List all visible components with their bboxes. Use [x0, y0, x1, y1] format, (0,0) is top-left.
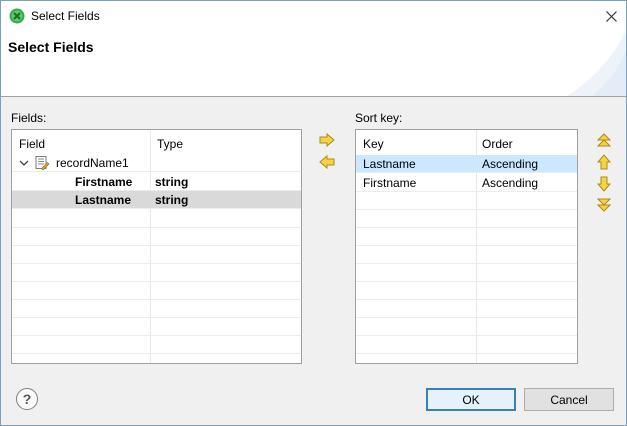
window-title: Select Fields: [31, 9, 100, 23]
empty-row: [12, 300, 301, 318]
sort-key-table[interactable]: Key Order Lastname Ascending Firstname A…: [355, 129, 578, 364]
column-header-field[interactable]: Field: [19, 137, 45, 151]
empty-row: [356, 210, 577, 228]
column-header-order[interactable]: Order: [482, 137, 513, 151]
sort-key-label: Sort key:: [355, 111, 403, 125]
field-name: Lastname: [75, 193, 132, 207]
table-header: Field Type: [12, 130, 301, 154]
chevron-down-icon[interactable]: [19, 158, 29, 168]
move-up-icon[interactable]: [596, 154, 612, 170]
empty-row: [356, 318, 577, 336]
table-header: Key Order: [356, 130, 577, 154]
empty-row: [12, 264, 301, 282]
title-bar: Select Fields: [0, 0, 627, 31]
field-name: Firstname: [75, 175, 133, 189]
move-bottom-icon[interactable]: [596, 197, 612, 213]
empty-row: [356, 246, 577, 264]
empty-row: [12, 318, 301, 336]
help-button[interactable]: ?: [16, 388, 38, 410]
field-type: string: [155, 175, 189, 189]
empty-row: [12, 282, 301, 300]
empty-row: [356, 264, 577, 282]
ok-button[interactable]: OK: [426, 388, 516, 411]
app-logo-icon: [9, 8, 25, 24]
arrow-left-icon[interactable]: [319, 154, 335, 170]
table-row[interactable]: Firstname string: [12, 173, 301, 191]
empty-row: [12, 246, 301, 264]
empty-row: [12, 210, 301, 228]
dialog-header: Select Fields: [0, 31, 627, 97]
column-header-key[interactable]: Key: [363, 137, 384, 151]
window-border: [0, 97, 1, 426]
empty-row: [12, 336, 301, 354]
empty-row: [356, 336, 577, 354]
cancel-button[interactable]: Cancel: [524, 388, 614, 411]
arrow-right-icon[interactable]: [319, 132, 335, 148]
empty-row: [356, 228, 577, 246]
table-row[interactable]: Firstname Ascending: [356, 174, 577, 192]
move-top-icon[interactable]: [596, 132, 612, 148]
help-icon: ?: [22, 391, 32, 407]
sort-key-order[interactable]: Ascending: [482, 176, 538, 190]
tree-record-row[interactable]: recordName1: [12, 154, 301, 172]
empty-row: [356, 282, 577, 300]
fields-label: Fields:: [11, 111, 47, 125]
sort-key-name: Lastname: [363, 157, 416, 171]
dialog-heading: Select Fields: [8, 39, 94, 55]
field-type: string: [155, 193, 189, 207]
column-header-type[interactable]: Type: [157, 137, 183, 151]
record-icon: [35, 156, 50, 171]
cancel-label: Cancel: [550, 392, 588, 407]
sort-key-order[interactable]: Ascending: [482, 157, 538, 171]
sort-key-name: Firstname: [363, 176, 417, 190]
empty-row: [12, 228, 301, 246]
close-button[interactable]: [596, 1, 626, 31]
close-icon: [605, 10, 617, 22]
table-row[interactable]: Lastname Ascending: [356, 155, 577, 173]
banner-decoration: [567, 31, 626, 96]
empty-row: [356, 300, 577, 318]
fields-tree-table[interactable]: Field Type recordName1 Firstname string …: [11, 129, 302, 364]
record-name: recordName1: [56, 156, 129, 170]
ok-label: OK: [462, 392, 480, 407]
empty-row: [356, 192, 577, 210]
table-row[interactable]: Lastname string: [12, 191, 301, 209]
move-down-icon[interactable]: [596, 176, 612, 192]
